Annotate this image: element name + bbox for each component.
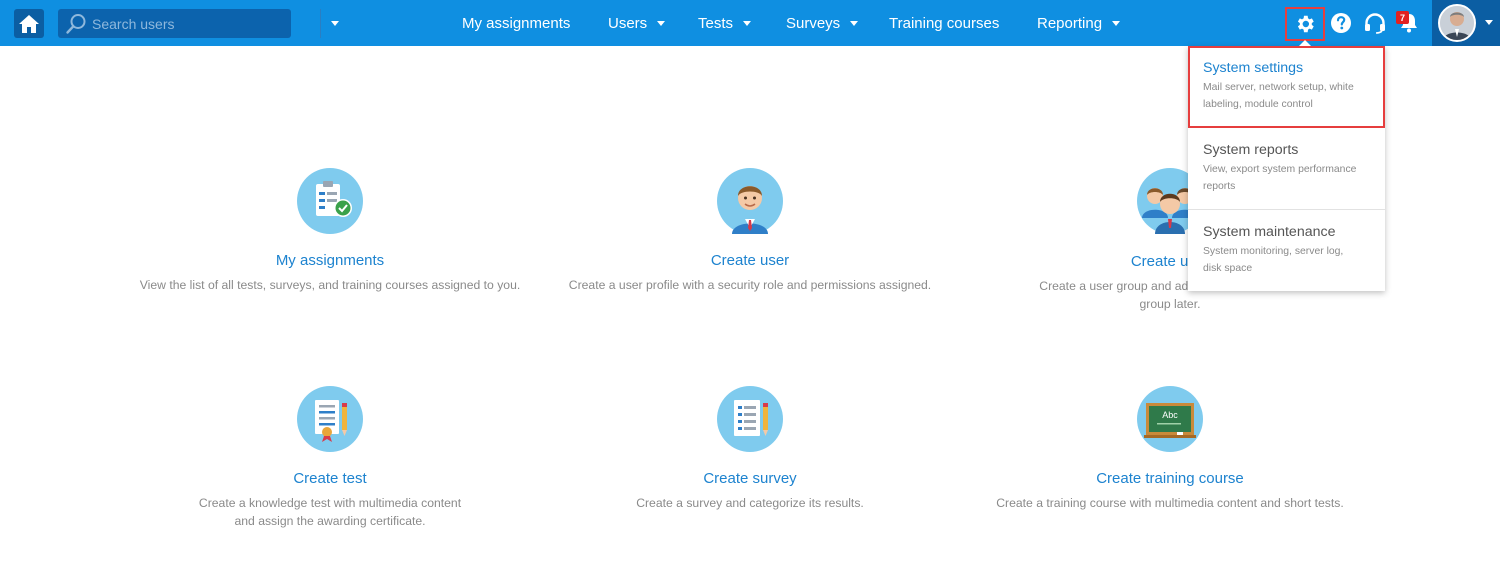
top-navigation-bar: My assignments Users Tests Surveys Train…	[0, 0, 1500, 46]
tile-title: Create user	[710, 252, 790, 269]
menu-item-title: System reports	[1203, 142, 1299, 158]
tile-title: My assignments	[275, 252, 385, 269]
tile-description: Create a user profile with a security ro…	[568, 278, 932, 292]
menu-item-system-reports[interactable]: System reports View, export system perfo…	[1188, 128, 1385, 208]
gear-icon	[1297, 15, 1314, 33]
tile-create-test[interactable]: Create test Create a knowledge test with…	[110, 378, 550, 528]
tile-description-line: and assign the awarding certificate.	[234, 514, 426, 528]
user-icon	[717, 168, 783, 234]
nav-my-assignments[interactable]: My assignments	[462, 0, 570, 46]
search-filter-dropdown[interactable]	[321, 9, 349, 38]
tile-title: Create survey	[703, 470, 797, 487]
nav-label: Training courses	[889, 14, 1000, 32]
tile-create-survey[interactable]: Create survey Create a survey and catego…	[530, 378, 970, 518]
nav-label: My assignments	[462, 14, 571, 32]
avatar	[1438, 4, 1476, 42]
tile-description-line: Create a knowledge test with multimedia …	[198, 496, 462, 510]
menu-item-description-line: Mail server, network setup, white	[1203, 82, 1354, 93]
survey-icon	[717, 386, 783, 452]
user-menu[interactable]	[1432, 0, 1500, 46]
nav-label: Reporting	[1037, 14, 1103, 32]
tile-create-training-course[interactable]: Abc Create training course Create a trai…	[950, 378, 1390, 518]
settings-dropdown-menu: System settings Mail server, network set…	[1188, 40, 1385, 291]
menu-item-description: View, export system performance reports	[1203, 161, 1370, 195]
menu-item-title: System settings	[1203, 60, 1304, 76]
nav-label: Surveys	[786, 14, 841, 32]
menu-item-system-maintenance[interactable]: System maintenance System monitoring, se…	[1188, 210, 1385, 290]
nav-tests[interactable]: Tests	[698, 0, 752, 46]
tile-my-assignments[interactable]: My assignments View the list of all test…	[110, 160, 550, 300]
tile-description-line: group later.	[1139, 297, 1201, 311]
menu-item-description-line: System monitoring, server log,	[1203, 246, 1344, 257]
tile-create-user[interactable]: Create user Create a user profile with a…	[530, 160, 970, 300]
chevron-down-icon	[657, 20, 666, 26]
menu-item-system-settings[interactable]: System settings Mail server, network set…	[1188, 46, 1385, 128]
test-certificate-icon	[297, 386, 363, 452]
nav-reporting[interactable]: Reporting	[1037, 0, 1121, 46]
chevron-down-icon	[743, 20, 752, 26]
nav-users[interactable]: Users	[608, 0, 666, 46]
chevron-down-icon	[1112, 20, 1121, 26]
nav-training-courses[interactable]: Training courses	[889, 0, 999, 46]
menu-item-description-line: reports	[1203, 181, 1236, 192]
chevron-down-icon	[850, 20, 859, 26]
tile-title: Create training course	[1096, 470, 1244, 487]
nav-label: Users	[608, 14, 648, 32]
chevron-down-icon	[331, 21, 339, 26]
menu-item-description: System monitoring, server log, disk spac…	[1203, 243, 1370, 277]
help-icon	[1331, 13, 1351, 33]
search-icon	[66, 14, 86, 34]
tile-description: View the list of all tests, surveys, and…	[139, 278, 521, 292]
home-icon	[19, 14, 39, 33]
help-button[interactable]	[1326, 8, 1356, 38]
menu-item-description: Mail server, network setup, white labeli…	[1203, 79, 1370, 113]
tile-description: Create a survey and categorize its resul…	[636, 496, 864, 510]
menu-item-description-line: disk space	[1203, 263, 1253, 274]
search-input[interactable]	[92, 13, 282, 35]
headset-icon	[1365, 13, 1385, 34]
tile-description: Create a knowledge test with multimedia …	[110, 494, 550, 530]
settings-button[interactable]	[1285, 7, 1325, 41]
home-button[interactable]	[14, 9, 44, 38]
chalkboard-icon: Abc	[1137, 386, 1203, 452]
menu-item-description-line: labeling, module control	[1203, 99, 1313, 110]
chevron-down-icon	[1485, 20, 1493, 25]
chalkboard-text: Abc	[1162, 410, 1178, 420]
nav-surveys[interactable]: Surveys	[786, 0, 859, 46]
menu-item-description-line: View, export system performance	[1203, 164, 1357, 175]
nav-label: Tests	[698, 14, 734, 32]
tile-description: Create a training course with multimedia…	[996, 496, 1344, 510]
clipboard-check-icon	[297, 168, 363, 234]
menu-item-title: System maintenance	[1203, 224, 1336, 240]
notification-count-badge: 7	[1396, 11, 1409, 24]
search-box	[58, 9, 339, 38]
support-button[interactable]	[1360, 8, 1390, 38]
tile-title: Create test	[293, 470, 367, 487]
